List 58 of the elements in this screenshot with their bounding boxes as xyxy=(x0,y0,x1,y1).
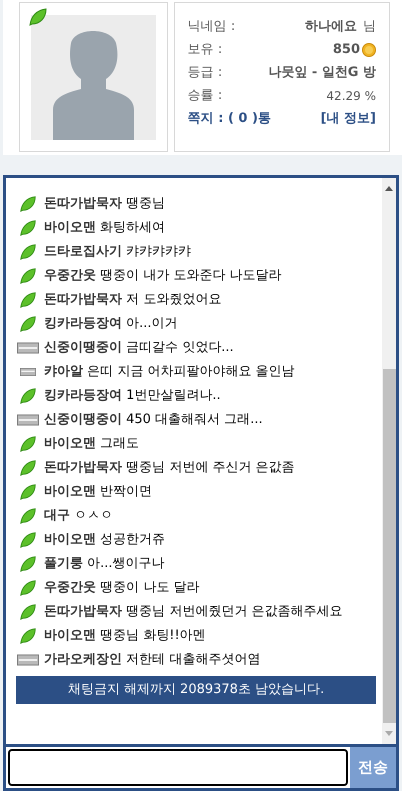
chat-message: 킹카라등장여 1번만살릴려나.. xyxy=(44,387,221,405)
rank-bar-icon xyxy=(17,340,39,354)
leaf-icon xyxy=(19,386,37,404)
scroll-thumb[interactable] xyxy=(382,369,396,723)
leaf-icon xyxy=(19,506,37,524)
leaf-icon xyxy=(19,218,37,236)
leaf-icon xyxy=(19,626,37,644)
leaf-icon xyxy=(19,314,37,332)
chat-message: 대구 ㅇㅅㅇ xyxy=(44,507,114,525)
leaf-icon xyxy=(19,266,37,284)
rank-bar-icon xyxy=(17,652,39,666)
leaf-icon xyxy=(19,554,37,572)
holdings-value: 850 xyxy=(332,40,360,59)
winrate-value: 42.29 % xyxy=(326,88,376,104)
chat-message: 돈따가밥묵자 저 도와줬었어요 xyxy=(44,291,222,309)
chat-message: 드타로집사기 캬캬캬캬캬 xyxy=(44,243,192,261)
leaf-icon xyxy=(19,434,37,452)
scroll-up-icon xyxy=(385,186,393,191)
chat-message: 가라오케장인 저한테 대출해주셧어염 xyxy=(44,651,260,669)
chat-message: 돈따가밥묵자 땡중님 저번에 주신거 은값좀 xyxy=(44,459,295,477)
leaf-icon xyxy=(19,602,37,620)
my-info-link[interactable]: [내 정보] xyxy=(320,108,376,128)
chat-message: 킹카라등장여 아...이거 xyxy=(44,315,178,333)
nickname: 하나에요 xyxy=(305,18,357,36)
leaf-icon xyxy=(28,7,48,27)
chat-message: 신중이땡중이 450 대출해줘서 그래... xyxy=(44,411,263,429)
nickname-label: 닉네임 : xyxy=(188,18,236,36)
leaf-icon xyxy=(19,194,37,212)
messages-link[interactable]: 쪽지 : ( 0 )통 xyxy=(188,108,271,128)
leaf-icon xyxy=(19,458,37,476)
chat-message: 바이오맨 성공한거쥬 xyxy=(44,531,166,549)
chat-message: 바이오맨 화팅하세여 xyxy=(44,219,166,237)
coin-icon xyxy=(362,42,376,56)
chat-message: 우중간웃 땡중이 나도 달라 xyxy=(44,579,200,597)
leaf-icon xyxy=(19,290,37,308)
chat-message: 돈따가밥묵자 땡중님 xyxy=(44,195,166,213)
rank-bar-icon xyxy=(17,412,39,426)
chat-message: 돈따가밥묵자 땡중님 저번에줬던거 은값좀해주세요 xyxy=(44,603,342,621)
scroll-down-icon xyxy=(385,731,393,736)
holdings-label: 보유 : xyxy=(188,40,222,59)
grade-label: 등급 : xyxy=(188,64,222,82)
chat-message: 캬아알 은띠 지금 어차피팔아야해요 올인남 xyxy=(44,363,295,381)
leaf-icon xyxy=(19,242,37,260)
leaf-icon xyxy=(19,530,37,548)
notice-banner: 채팅금지 해제까지 2089378초 남았습니다. xyxy=(16,676,376,704)
rank-bar-icon xyxy=(17,368,39,376)
nickname-suffix: 님 xyxy=(363,18,376,36)
chat-message: 바이오맨 반짝이면 xyxy=(44,483,152,501)
chat-message: 풀기룽 아...쌩이구나 xyxy=(44,555,165,573)
grade-value: 나뭇잎 - 일천G 방 xyxy=(268,64,376,82)
chat-message: 우중간웃 땡중이 내가 도와준다 나도달라 xyxy=(44,267,282,285)
chat-message: 바이오맨 그래도 xyxy=(44,435,140,453)
chat-input[interactable] xyxy=(8,749,348,786)
winrate-label: 승률 : xyxy=(188,86,222,105)
chat-message: 신중이땡중이 금띠갈수 잇었다... xyxy=(44,339,234,357)
chat-message: 바이오맨 땡중님 화팅!!아멘 xyxy=(44,627,206,645)
leaf-icon xyxy=(19,482,37,500)
leaf-icon xyxy=(19,578,37,596)
